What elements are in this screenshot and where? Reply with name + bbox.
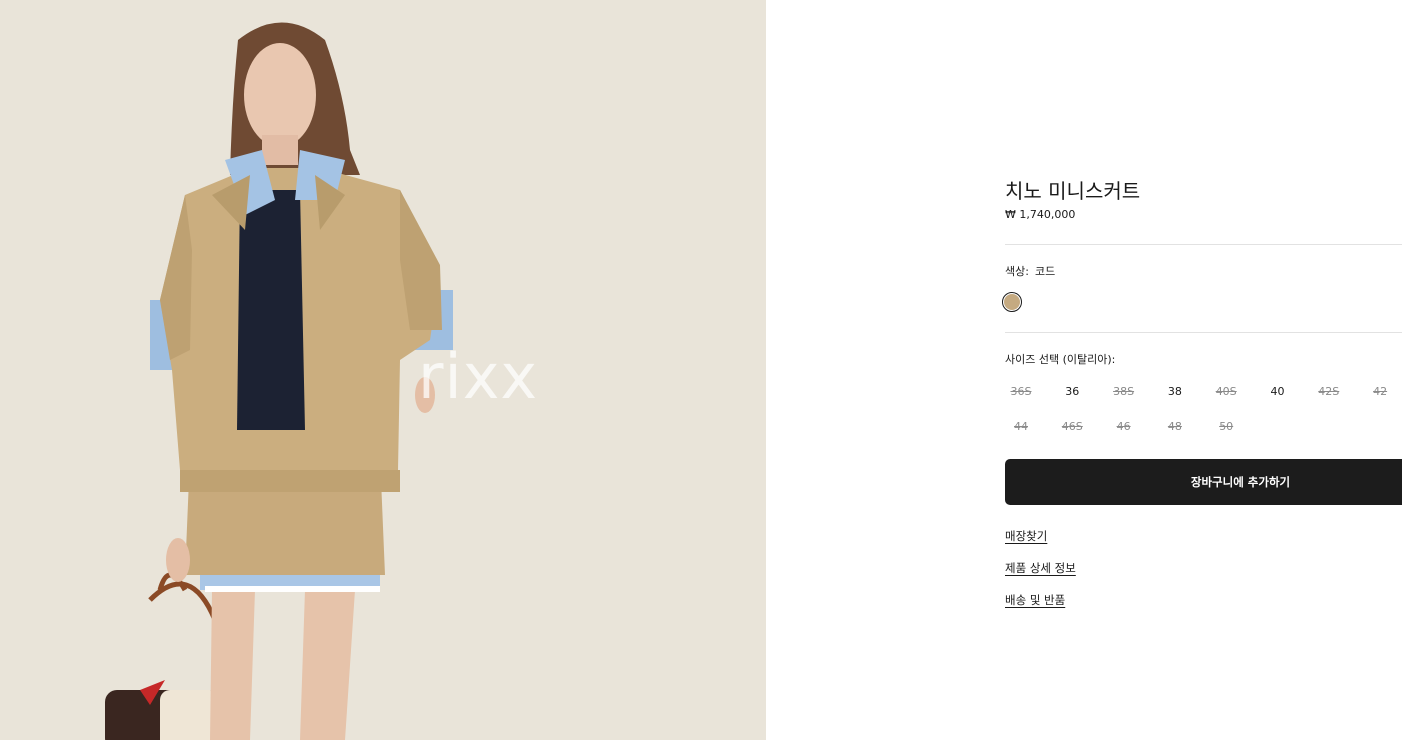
size-option[interactable]: 50 bbox=[1210, 415, 1242, 439]
size-option[interactable]: 48 bbox=[1159, 415, 1191, 439]
product-info-panel: 치노 미니스커트 ₩ 1,740,000 색상: 코드 사이즈 선택 (이탈리아)… bbox=[1002, 0, 1402, 740]
product-page: rixx 치노 미니스커트 ₩ 1,740,000 색상: 코드 사이즈 선택 (… bbox=[0, 0, 1402, 740]
size-label: 사이즈 선택 (이탈리아): bbox=[1005, 353, 1116, 366]
size-option[interactable]: 46 bbox=[1108, 415, 1140, 439]
product-price: ₩ 1,740,000 bbox=[1005, 208, 1076, 221]
shipping-returns-link[interactable]: 배송 및 반품 bbox=[1005, 592, 1065, 608]
size-option[interactable]: 40S bbox=[1210, 380, 1242, 404]
size-option[interactable]: 36S bbox=[1005, 380, 1037, 404]
watermark-text: rixx bbox=[418, 340, 539, 413]
size-option[interactable]: 36 bbox=[1056, 380, 1088, 404]
size-option[interactable]: 42S bbox=[1313, 380, 1345, 404]
divider bbox=[1005, 332, 1402, 333]
size-option[interactable]: 38 bbox=[1159, 380, 1191, 404]
size-option[interactable]: 42 bbox=[1364, 380, 1396, 404]
color-label: 색상: bbox=[1005, 265, 1029, 278]
color-swatch bbox=[1004, 294, 1020, 310]
size-option[interactable]: 40 bbox=[1262, 380, 1294, 404]
product-photo: rixx bbox=[0, 0, 766, 740]
color-row: 색상: 코드 bbox=[1005, 263, 1055, 279]
size-option[interactable]: 44 bbox=[1005, 415, 1037, 439]
size-option[interactable]: 46S bbox=[1056, 415, 1088, 439]
product-details-link[interactable]: 제품 상세 정보 bbox=[1005, 560, 1076, 576]
product-title: 치노 미니스커트 bbox=[1005, 179, 1141, 203]
divider bbox=[1005, 244, 1402, 245]
add-to-cart-label: 장바구니에 추가하기 bbox=[1190, 475, 1291, 489]
color-swatch-selected[interactable] bbox=[1002, 292, 1022, 312]
add-to-cart-button[interactable]: 장바구니에 추가하기 bbox=[1005, 459, 1402, 505]
size-option[interactable]: 38S bbox=[1108, 380, 1140, 404]
model-illustration bbox=[0, 0, 766, 740]
color-value: 코드 bbox=[1034, 265, 1056, 278]
find-store-link[interactable]: 매장찾기 bbox=[1005, 528, 1047, 544]
